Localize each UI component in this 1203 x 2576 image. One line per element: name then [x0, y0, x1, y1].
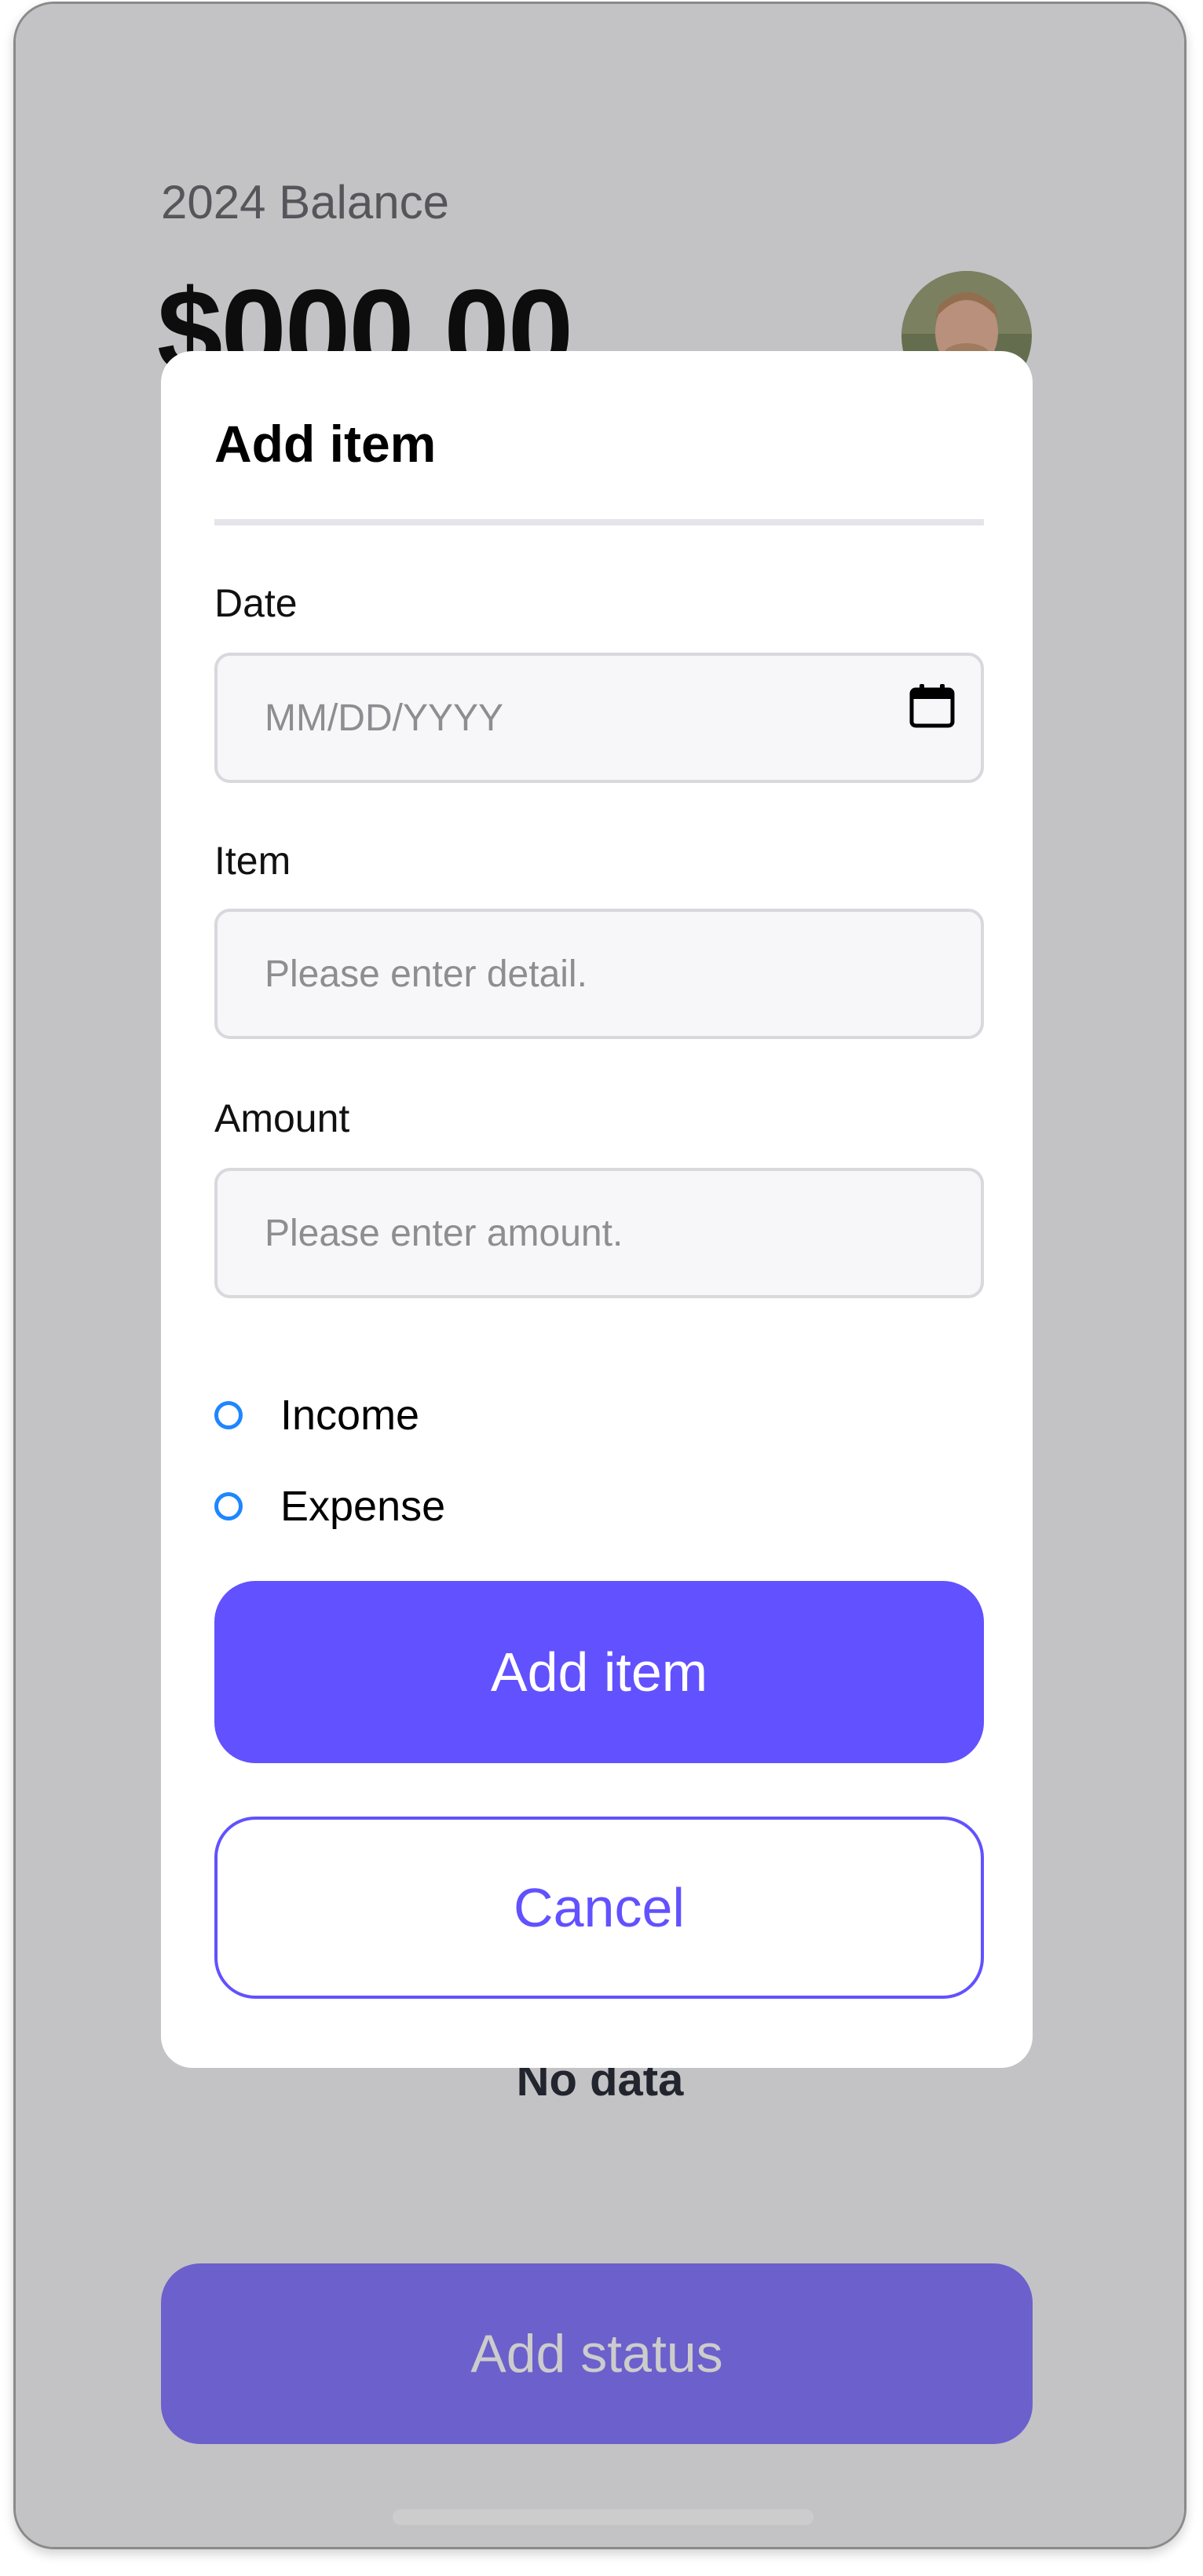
expense-radio[interactable]: [214, 1492, 243, 1520]
item-label: Item: [214, 839, 291, 883]
add-item-button[interactable]: Add item: [214, 1581, 984, 1763]
modal-divider: [214, 519, 984, 525]
calendar-icon[interactable]: [909, 682, 955, 728]
income-radio[interactable]: [214, 1401, 243, 1429]
date-input[interactable]: [214, 653, 984, 783]
amount-label: Amount: [214, 1096, 350, 1140]
expense-label: Expense: [280, 1483, 446, 1530]
income-option[interactable]: Income: [214, 1388, 419, 1443]
amount-input[interactable]: [214, 1168, 984, 1298]
phone-frame: 2024 Balance $000.00 No data Add status …: [13, 2, 1187, 2549]
date-label: Date: [214, 581, 298, 625]
cancel-button[interactable]: Cancel: [214, 1817, 984, 1999]
modal-title: Add item: [214, 415, 437, 473]
income-label: Income: [280, 1392, 420, 1439]
add-item-modal: Add item Date Item Amount Income Expense…: [161, 351, 1033, 2068]
item-input[interactable]: [214, 909, 984, 1039]
expense-option[interactable]: Expense: [214, 1479, 445, 1534]
